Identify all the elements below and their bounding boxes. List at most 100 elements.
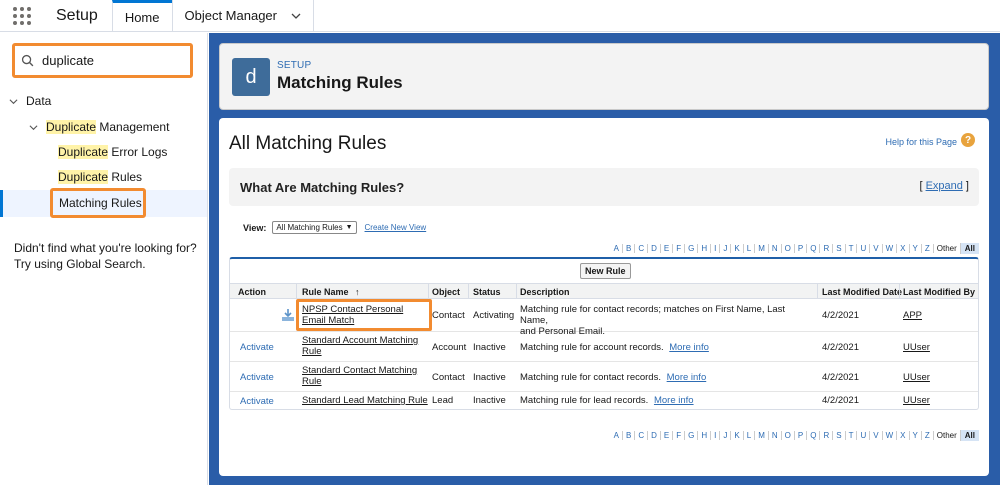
alpha-filter-letter[interactable]: Y	[908, 431, 921, 440]
alpha-filter-letter[interactable]: X	[896, 244, 908, 253]
tree-item-duplicate-management[interactable]: Duplicate Management	[29, 116, 169, 138]
tree-item-matching-rules[interactable]: Matching Rules	[50, 188, 146, 218]
col-rule-name[interactable]: Rule Name ↑	[302, 287, 360, 297]
alpha-filter-letter[interactable]: Q	[806, 431, 819, 440]
alpha-filter-letter[interactable]: B	[622, 431, 634, 440]
alpha-filter-letter[interactable]: A	[611, 244, 622, 253]
alpha-filter-all[interactable]: All	[959, 243, 979, 254]
alpha-filter-letter[interactable]: T	[844, 431, 857, 440]
tree-item-duplicate-error-logs[interactable]: Duplicate Error Logs	[58, 141, 167, 163]
alpha-filter-letter[interactable]: D	[647, 244, 660, 253]
alpha-filter-letter[interactable]: L	[742, 244, 754, 253]
app-launcher-button[interactable]	[0, 0, 44, 31]
alpha-filter-other[interactable]: Other	[932, 244, 960, 253]
alpha-filter-letter[interactable]: A	[611, 431, 622, 440]
chevron-down-icon[interactable]	[291, 11, 301, 21]
view-select[interactable]: All Matching Rules ▼	[272, 221, 357, 234]
alpha-filter-letter[interactable]: H	[697, 431, 710, 440]
download-icon[interactable]	[282, 309, 294, 321]
alpha-filter-letter[interactable]: U	[856, 244, 869, 253]
alpha-filter-letter[interactable]: V	[869, 431, 881, 440]
tree-toggle-icon[interactable]	[9, 97, 18, 106]
alpha-filter-letter[interactable]: L	[742, 431, 754, 440]
app-name: Setup	[56, 6, 98, 24]
alpha-filter-letter[interactable]: O	[780, 431, 794, 440]
tree-item-data[interactable]: Data	[9, 90, 51, 112]
alpha-filter-letter[interactable]: R	[819, 431, 832, 440]
new-rule-button[interactable]: New Rule	[580, 263, 631, 279]
rule-name-link[interactable]: Standard Lead Matching Rule	[302, 395, 428, 406]
alpha-filter-letter[interactable]: I	[710, 244, 719, 253]
chevron-down-icon: ▼	[345, 224, 353, 231]
alpha-filter-letter[interactable]: J	[719, 244, 730, 253]
alpha-filter-letter[interactable]: H	[697, 244, 710, 253]
alpha-filter-letter[interactable]: S	[832, 431, 844, 440]
alpha-filter-all[interactable]: All	[959, 430, 979, 441]
alpha-filter-letter[interactable]: G	[684, 244, 697, 253]
alpha-filter-letter[interactable]: C	[634, 431, 647, 440]
alpha-filter-letter[interactable]: E	[659, 431, 672, 440]
help-for-page-link[interactable]: Help for this Page	[885, 137, 957, 147]
alpha-filter-letter[interactable]: Z	[920, 244, 933, 253]
global-header: Setup Home Object Manager	[0, 0, 1000, 32]
more-info-link[interactable]: More info	[667, 372, 707, 383]
alpha-filter-letter[interactable]: Y	[908, 244, 921, 253]
tree-item-duplicate-rules[interactable]: Duplicate Rules	[58, 166, 142, 188]
more-info-link[interactable]: More info	[669, 342, 709, 353]
alpha-filter-letter[interactable]: M	[754, 431, 768, 440]
alpha-filter-letter[interactable]: K	[730, 244, 742, 253]
quick-find-input[interactable]	[42, 53, 182, 68]
alpha-filter-letter[interactable]: K	[730, 431, 742, 440]
object-cell: Contact	[432, 372, 465, 383]
alpha-filter-letter[interactable]: W	[881, 431, 897, 440]
activate-link[interactable]: Activate	[240, 342, 274, 353]
alpha-filter-letter[interactable]: C	[634, 244, 647, 253]
alpha-filter-letter[interactable]: W	[881, 244, 897, 253]
activate-link[interactable]: Activate	[240, 396, 274, 407]
more-info-link[interactable]: More info	[654, 395, 694, 406]
app-launcher-icon	[13, 6, 31, 25]
alpha-filter-letter[interactable]: E	[659, 244, 672, 253]
alpha-filter-letter[interactable]: J	[719, 431, 730, 440]
view-select-value: All Matching Rules	[276, 223, 343, 232]
alpha-filter-letter[interactable]: R	[819, 244, 832, 253]
tab-object-manager[interactable]: Object Manager	[171, 0, 314, 31]
tree-item-label: Error Logs	[108, 145, 168, 159]
alpha-filter-letter[interactable]: P	[793, 431, 806, 440]
alpha-filter-letter[interactable]: N	[767, 244, 781, 253]
table-row: Activate Standard Account Matching Rule …	[230, 332, 978, 362]
modified-by-link[interactable]: APP	[903, 310, 922, 321]
expand-link[interactable]: Expand	[926, 180, 963, 192]
alpha-filter-letter[interactable]: V	[869, 244, 881, 253]
alpha-filter-letter[interactable]: D	[647, 431, 660, 440]
tree-toggle-icon[interactable]	[29, 123, 38, 132]
alpha-filter-letter[interactable]: G	[684, 431, 697, 440]
alpha-filter-letter[interactable]: I	[710, 431, 719, 440]
rule-name-link[interactable]: Standard Account Matching Rule	[302, 335, 418, 357]
alpha-filter-letter[interactable]: Q	[806, 244, 819, 253]
alpha-filter-letter[interactable]: O	[780, 244, 794, 253]
alpha-filter-letter[interactable]: T	[844, 244, 857, 253]
alpha-filter-letter[interactable]: S	[832, 244, 844, 253]
alpha-filter-letter[interactable]: F	[672, 431, 684, 440]
rule-name-link[interactable]: NPSP Contact Personal Email Match	[302, 304, 403, 326]
alpha-filter-letter[interactable]: P	[793, 244, 806, 253]
modified-by-link[interactable]: UUser	[903, 395, 930, 406]
alpha-filter-letter[interactable]: B	[622, 244, 634, 253]
alpha-filter-letter[interactable]: U	[856, 431, 869, 440]
quick-find-box[interactable]	[12, 43, 193, 78]
activate-link[interactable]: Activate	[240, 372, 274, 383]
alpha-filter-other[interactable]: Other	[932, 431, 960, 440]
modified-by-link[interactable]: UUser	[903, 342, 930, 353]
alpha-filter-letter[interactable]: X	[896, 431, 908, 440]
alpha-filter-letter[interactable]: M	[754, 244, 768, 253]
create-new-view-link[interactable]: Create New View	[365, 223, 427, 232]
rule-name-link[interactable]: Standard Contact Matching Rule	[302, 365, 417, 387]
alpha-filter-letter[interactable]: N	[767, 431, 781, 440]
alpha-filter-letter[interactable]: F	[672, 244, 684, 253]
help-icon[interactable]: ?	[961, 133, 975, 147]
expand-bracket-close: ]	[962, 180, 969, 192]
alpha-filter-letter[interactable]: Z	[920, 431, 933, 440]
modified-by-link[interactable]: UUser	[903, 372, 930, 383]
tab-home[interactable]: Home	[111, 0, 172, 31]
